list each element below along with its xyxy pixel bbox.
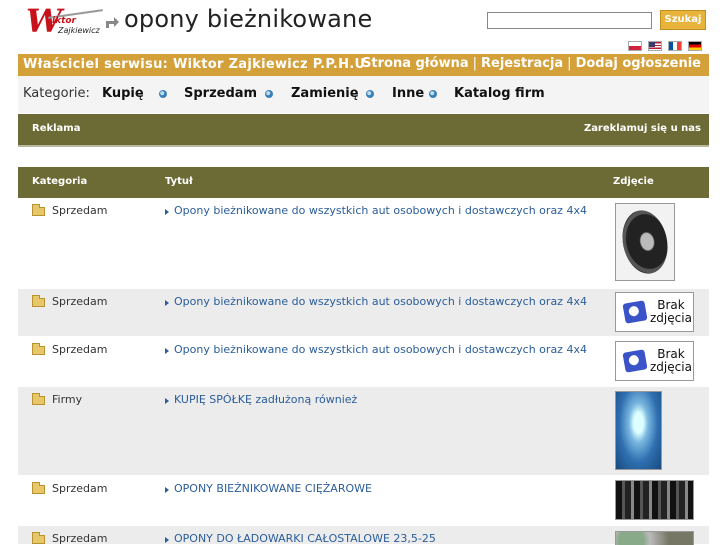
logo-line1: iktor	[52, 16, 76, 26]
nav-add-ad-link[interactable]: Dodaj ogłoszenie	[576, 56, 701, 71]
divider	[18, 145, 709, 147]
top-nav: Strona główna | Rejestracja | Dodaj ogło…	[362, 56, 701, 71]
category-bar: Kategorie: Kupię Sprzedam Zamienię Inne …	[18, 76, 709, 113]
category-katalog-firm[interactable]: Katalog firm	[454, 86, 545, 101]
bullet-icon	[265, 90, 273, 98]
arrow-right-icon	[165, 487, 169, 493]
bullet-icon	[366, 90, 374, 98]
bullet-icon	[159, 90, 167, 98]
table-row[interactable]: Sprzedam Opony bieżnikowane do wszystkic…	[18, 198, 709, 289]
nav-separator: |	[567, 56, 572, 71]
row-category: Firmy	[52, 393, 83, 406]
flag-pl-icon[interactable]	[628, 41, 642, 51]
owner-bar: Właściciel serwisu: Wiktor Zajkiewicz P.…	[18, 54, 709, 76]
language-flags	[628, 41, 702, 51]
ad-label: Reklama	[32, 123, 81, 134]
no-photo-line1: Brak	[657, 347, 685, 361]
folder-icon	[32, 532, 45, 544]
row-photo[interactable]	[615, 203, 675, 281]
row-title-link[interactable]: KUPIĘ SPÓŁKĘ zadłużoną również	[174, 393, 357, 406]
folder-icon	[32, 482, 45, 494]
folder-icon	[32, 393, 45, 405]
row-category: Sprzedam	[52, 482, 108, 495]
flag-fr-icon[interactable]	[668, 41, 682, 51]
bullet-icon	[429, 90, 437, 98]
advertise-link[interactable]: Zareklamuj się u nas	[584, 123, 701, 134]
site-title: opony bieżnikowane	[124, 5, 373, 33]
search-input[interactable]	[487, 12, 652, 29]
camera-icon	[622, 349, 648, 373]
site-logo[interactable]: W iktor Zajkiewicz	[26, 2, 103, 40]
camera-icon	[622, 300, 648, 324]
header-title: Tytuł	[165, 176, 193, 187]
arrow-right-icon	[165, 348, 169, 354]
arrow-right-icon	[165, 398, 169, 404]
nav-separator: |	[472, 56, 477, 71]
table-row[interactable]: Firmy KUPIĘ SPÓŁKĘ zadłużoną również	[18, 387, 709, 476]
row-title-link[interactable]: Opony bieżnikowane do wszystkich aut oso…	[174, 204, 587, 217]
no-photo-line1: Brak	[657, 298, 685, 312]
arrow-right-icon	[165, 300, 169, 306]
table-row[interactable]: Sprzedam Opony bieżnikowane do wszystkic…	[18, 337, 709, 387]
flag-en-icon[interactable]	[648, 41, 662, 51]
table-header: Kategoria Tytuł Zdjęcie	[18, 167, 709, 198]
row-photo-placeholder[interactable]: Brak zdjęcia	[615, 292, 694, 332]
row-photo[interactable]	[615, 531, 694, 545]
row-title-link[interactable]: Opony bieżnikowane do wszystkich aut oso…	[174, 295, 587, 308]
row-category: Sprzedam	[52, 532, 108, 545]
category-label: Kategorie:	[23, 86, 90, 101]
row-photo[interactable]	[615, 480, 694, 520]
owner-text: Właściciel serwisu: Wiktor Zajkiewicz P.…	[23, 57, 366, 72]
header-category: Kategoria	[32, 176, 88, 187]
row-category: Sprzedam	[52, 295, 108, 308]
search-button[interactable]: Szukaj	[660, 10, 706, 30]
row-title-link[interactable]: OPONY BIEŻNIKOWANE CIĘŻAROWE	[174, 482, 372, 495]
row-category: Sprzedam	[52, 204, 108, 217]
category-zamienie[interactable]: Zamienię	[291, 86, 359, 101]
no-photo-line2: zdjęcia	[650, 311, 692, 325]
arrow-right-icon	[165, 537, 169, 543]
category-sprzedam[interactable]: Sprzedam	[184, 86, 257, 101]
row-photo-placeholder[interactable]: Brak zdjęcia	[615, 341, 694, 381]
nav-home-link[interactable]: Strona główna	[362, 56, 469, 71]
table-row[interactable]: Sprzedam Opony bieżnikowane do wszystkic…	[18, 289, 709, 337]
flag-de-icon[interactable]	[688, 41, 702, 51]
tire-image	[616, 206, 674, 278]
table-row[interactable]: Sprzedam OPONY DO ŁADOWARKI CAŁOSTALOWE …	[18, 526, 709, 545]
row-title-link[interactable]: OPONY DO ŁADOWARKI CAŁOSTALOWE 23,5-25	[174, 532, 436, 545]
folder-icon	[32, 204, 45, 216]
row-category: Sprzedam	[52, 343, 108, 356]
row-photo[interactable]	[615, 391, 662, 470]
folder-icon	[32, 343, 45, 355]
no-photo-line2: zdjęcia	[650, 360, 692, 374]
nav-register-link[interactable]: Rejestracja	[481, 56, 563, 71]
folder-icon	[32, 295, 45, 307]
logo-line2: Zajkiewicz	[58, 26, 100, 35]
category-kupie[interactable]: Kupię	[102, 86, 144, 101]
category-inne[interactable]: Inne	[392, 86, 424, 101]
ad-bar: Reklama Zareklamuj się u nas	[18, 114, 709, 145]
arrow-icon	[106, 17, 119, 28]
arrow-right-icon	[165, 209, 169, 215]
header-photo: Zdjęcie	[613, 176, 654, 187]
table-row[interactable]: Sprzedam OPONY BIEŻNIKOWANE CIĘŻAROWE	[18, 476, 709, 526]
row-title-link[interactable]: Opony bieżnikowane do wszystkich aut oso…	[174, 343, 587, 356]
header: W iktor Zajkiewicz opony bieżnikowane Sz…	[0, 0, 727, 54]
